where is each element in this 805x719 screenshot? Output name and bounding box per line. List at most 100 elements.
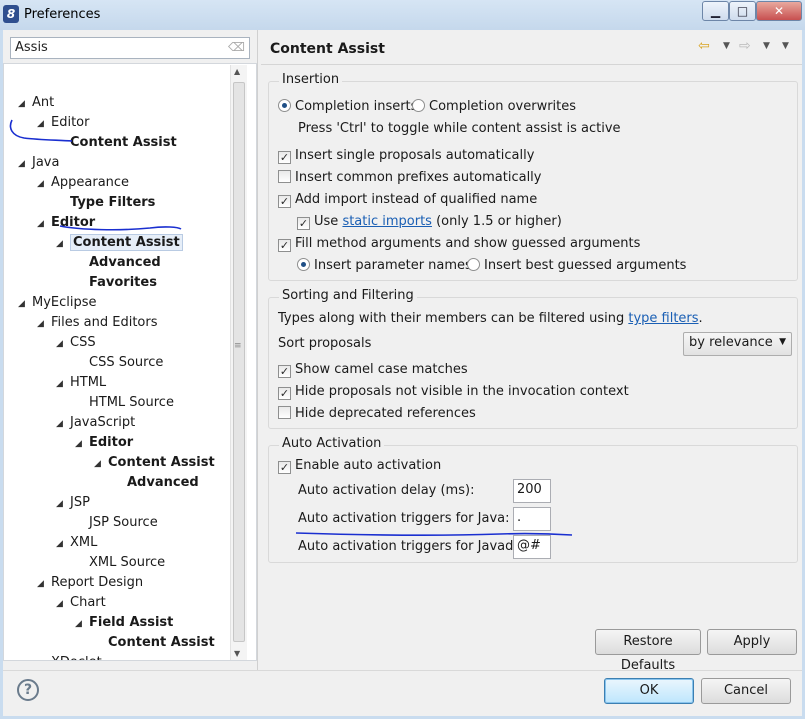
tree-item[interactable]: ◢ Content Assist [94, 453, 215, 473]
delay-input[interactable]: 200 [513, 479, 551, 503]
scroll-down-arrow-icon[interactable]: ▼ [234, 649, 240, 658]
use-static-imports-checkbox[interactable]: ✓ Use static imports (only 1.5 or higher) [297, 213, 562, 231]
tree-item[interactable]: CSS Source [75, 353, 163, 373]
tree-item[interactable]: ◢ Files and Editors [37, 313, 158, 333]
tree-item[interactable]: ◢XDoclet [37, 653, 102, 660]
radio-indicator[interactable] [467, 258, 480, 271]
tree-item[interactable]: Content Assist [56, 133, 177, 153]
tree-item[interactable]: ◢ Report Design [37, 573, 143, 593]
tree-item[interactable]: Advanced [113, 473, 199, 493]
checkbox-box[interactable]: ✓ [278, 365, 291, 378]
expand-twisty-icon[interactable]: ◢ [56, 374, 70, 394]
expand-twisty-icon[interactable]: ◢ [37, 314, 51, 334]
camel-case-checkbox[interactable]: ✓ Show camel case matches [278, 361, 468, 379]
tree-item[interactable]: JSP Source [75, 513, 158, 533]
tree-item[interactable]: Type Filters [56, 193, 155, 213]
completion-inserts-radio[interactable]: Completion inserts [278, 98, 417, 116]
expand-twisty-icon[interactable]: ◢ [75, 614, 89, 634]
tree-item[interactable]: ◢ Content Assist [56, 233, 183, 253]
tree-item[interactable]: ◢ JSP [56, 493, 90, 513]
minimize-button[interactable]: ▁ [702, 1, 729, 21]
add-import-checkbox[interactable]: ✓ Add import instead of qualified name [278, 191, 537, 209]
expand-twisty-icon[interactable]: ◢ [56, 534, 70, 554]
checkbox-box[interactable]: ✓ [278, 151, 291, 164]
checkbox-box[interactable]: ✓ [278, 195, 291, 208]
checkbox-box[interactable] [278, 170, 291, 183]
insert-single-checkbox[interactable]: ✓ Insert single proposals automatically [278, 147, 534, 165]
filter-input[interactable]: Assis ⌫ [10, 37, 250, 59]
maximize-button[interactable]: □ [729, 1, 756, 21]
view-menu-icon[interactable]: ▼ [782, 41, 789, 51]
scroll-thumb[interactable] [233, 82, 245, 642]
tree-item[interactable]: Favorites [75, 273, 157, 293]
tree-item[interactable]: ◢ HTML [56, 373, 106, 393]
radio-indicator[interactable] [412, 99, 425, 112]
type-filters-link[interactable]: type filters [628, 311, 698, 326]
expand-twisty-icon[interactable]: ◢ [37, 114, 51, 134]
expand-twisty-icon[interactable]: ◢ [56, 494, 70, 514]
ok-button[interactable]: OK [604, 678, 694, 704]
tree-item[interactable]: ◢ CSS [56, 333, 96, 353]
tree-item[interactable]: XML Source [75, 553, 165, 573]
help-icon[interactable]: ? [17, 679, 39, 701]
tree-item[interactable]: ◢ MyEclipse [18, 293, 97, 313]
checkbox-box[interactable] [278, 406, 291, 419]
insert-parameter-names-radio[interactable]: Insert parameter names [297, 257, 472, 275]
restore-defaults-button[interactable]: Restore Defaults [595, 629, 701, 673]
insert-best-guessed-radio[interactable]: Insert best guessed arguments [467, 257, 686, 275]
insert-common-checkbox[interactable]: Insert common prefixes automatically [278, 169, 542, 187]
tree-item[interactable]: HTML Source [75, 393, 174, 413]
tree-item[interactable]: ◢ Editor [37, 213, 95, 233]
checkbox-box[interactable]: ✓ [278, 461, 291, 474]
radio-indicator[interactable] [278, 99, 291, 112]
clear-filter-icon[interactable]: ⌫ [228, 40, 245, 54]
expand-twisty-icon[interactable]: ◢ [75, 434, 89, 454]
java-triggers-input[interactable]: . [513, 507, 551, 531]
expand-twisty-icon[interactable]: ◢ [56, 594, 70, 614]
checkbox-box[interactable]: ✓ [278, 387, 291, 400]
tree-item[interactable]: Advanced [75, 253, 161, 273]
tree-item[interactable]: ◢ Java [18, 153, 59, 173]
checkbox-box[interactable]: ✓ [297, 217, 310, 230]
enable-auto-activation-checkbox[interactable]: ✓ Enable auto activation [278, 457, 441, 475]
hide-deprecated-checkbox[interactable]: Hide deprecated references [278, 405, 476, 423]
completion-overwrites-radio[interactable]: Completion overwrites [412, 98, 576, 116]
expand-twisty-icon[interactable]: ◢ [56, 414, 70, 434]
static-imports-link[interactable]: static imports [342, 214, 432, 229]
panel-divider[interactable] [257, 30, 258, 670]
expand-twisty-icon[interactable]: ◢ [37, 214, 51, 234]
expand-twisty-icon[interactable]: ◢ [37, 654, 51, 660]
tree-item[interactable]: ◢ JavaScript [56, 413, 135, 433]
tree-item[interactable]: ◢ Field Assist [75, 613, 173, 633]
cancel-button[interactable]: Cancel [701, 678, 791, 704]
expand-twisty-icon[interactable]: ◢ [18, 294, 32, 314]
tree-item[interactable]: ◢ Editor [37, 113, 89, 133]
tree-item[interactable]: ◢ Ant [18, 93, 54, 113]
tree-scrollbar[interactable]: ▲ ≡ ▼ [230, 65, 247, 660]
expand-twisty-icon[interactable]: ◢ [37, 574, 51, 594]
expand-twisty-icon[interactable]: ◢ [56, 234, 70, 254]
javadoc-triggers-input[interactable]: @# [513, 535, 551, 559]
back-menu-chevron-icon[interactable]: ▼ [723, 41, 730, 51]
expand-twisty-icon[interactable]: ◢ [94, 454, 108, 474]
tree-item[interactable]: ◢ Editor [75, 433, 133, 453]
forward-menu-chevron-icon[interactable]: ▼ [763, 41, 770, 51]
tree-item[interactable]: ◢ XML [56, 533, 97, 553]
tree-item[interactable]: ◢ Chart [56, 593, 106, 613]
fill-arguments-checkbox[interactable]: ✓ Fill method arguments and show guessed … [278, 235, 640, 253]
radio-indicator[interactable] [297, 258, 310, 271]
hide-not-visible-checkbox[interactable]: ✓ Hide proposals not visible in the invoc… [278, 383, 629, 401]
tree-item[interactable]: Content Assist [94, 633, 215, 653]
back-arrow-icon[interactable]: ⇦ [698, 38, 710, 54]
expand-twisty-icon[interactable]: ◢ [18, 94, 32, 114]
close-button[interactable]: ✕ [756, 1, 802, 21]
expand-twisty-icon[interactable]: ◢ [56, 334, 70, 354]
expand-twisty-icon[interactable]: ◢ [18, 154, 32, 174]
sort-proposals-select[interactable]: by relevance ▼ [683, 332, 792, 356]
checkbox-box[interactable]: ✓ [278, 239, 291, 252]
apply-button[interactable]: Apply [707, 629, 797, 655]
scroll-up-arrow-icon[interactable]: ▲ [234, 67, 240, 76]
expand-twisty-icon[interactable]: ◢ [37, 174, 51, 194]
tree-item[interactable]: ◢ Appearance [37, 173, 129, 193]
forward-arrow-icon[interactable]: ⇨ [739, 38, 751, 54]
